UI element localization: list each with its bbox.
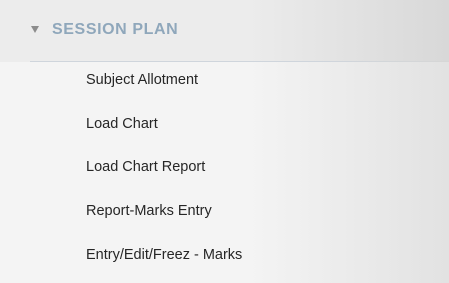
sidebar-menu: SESSION PLAN Subject Allotment Load Char… (0, 0, 449, 283)
session-plan-section-toggle[interactable]: SESSION PLAN (0, 0, 449, 62)
menu-item-entry-edit-freez-marks[interactable]: Entry/Edit/Freez - Marks (86, 245, 242, 265)
triangle-down-icon (31, 26, 39, 33)
menu-item-report-marks-entry[interactable]: Report-Marks Entry (86, 201, 212, 221)
menu-item-load-chart-report[interactable]: Load Chart Report (86, 157, 205, 177)
menu-item-subject-allotment[interactable]: Subject Allotment (86, 70, 198, 90)
section-title: SESSION PLAN (52, 21, 179, 38)
page: SESSION PLAN Subject Allotment Load Char… (0, 0, 449, 283)
section-items: Subject Allotment Load Chart Load Chart … (0, 62, 449, 283)
menu-item-load-chart[interactable]: Load Chart (86, 114, 158, 134)
